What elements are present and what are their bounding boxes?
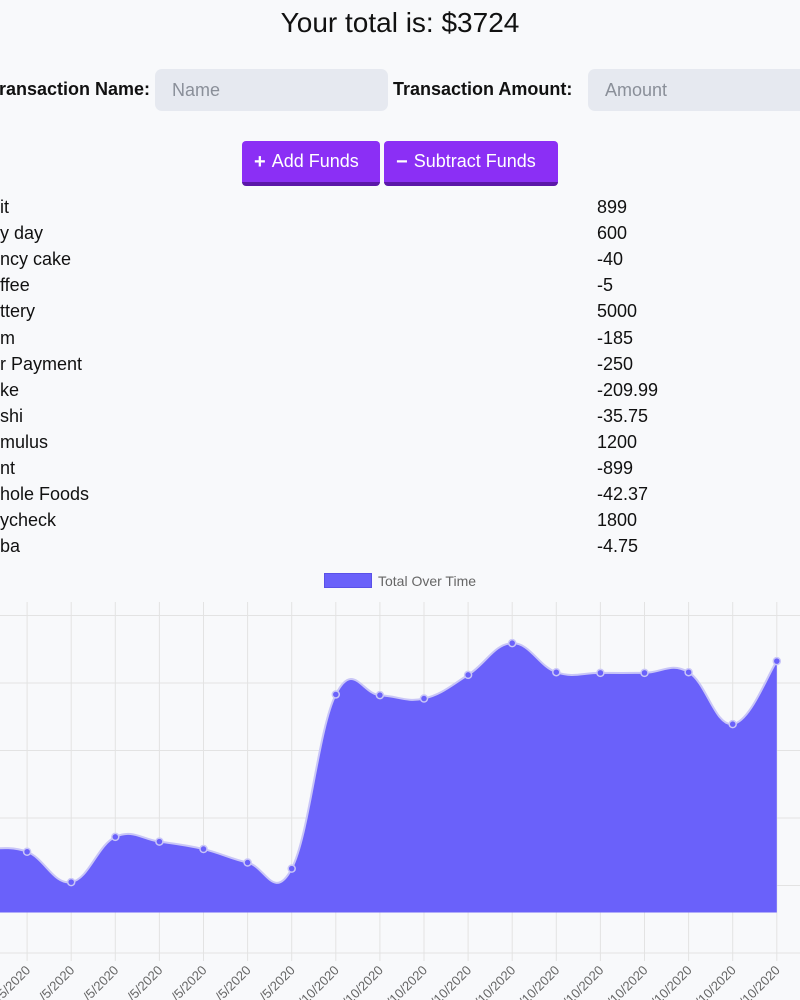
x-tick-label: /5/2020 bbox=[124, 963, 165, 1000]
transaction-amount: -42.37 bbox=[597, 484, 649, 505]
x-tick-label: /10/2020 bbox=[340, 963, 386, 1000]
data-point bbox=[728, 719, 737, 729]
transaction-amount: -4.75 bbox=[597, 536, 639, 557]
transaction-amount: -40 bbox=[597, 249, 624, 270]
data-point bbox=[111, 832, 120, 842]
data-point bbox=[640, 668, 649, 678]
transaction-row: it 899 bbox=[0, 195, 800, 220]
transaction-amount: -899 bbox=[597, 458, 634, 478]
transaction-amount: 5000 bbox=[597, 301, 638, 322]
transaction-name: ba bbox=[0, 536, 21, 557]
transaction-name: ttery bbox=[0, 301, 36, 322]
add-funds-label: Add Funds bbox=[271, 151, 359, 171]
x-tick-label: /10/2020 bbox=[604, 963, 650, 1000]
data-point bbox=[596, 668, 605, 678]
transaction-row: ncy cake -40 bbox=[0, 246, 800, 272]
transaction-name: r Payment bbox=[0, 353, 83, 374]
chart-legend[interactable]: Total Over Time bbox=[0, 573, 800, 589]
x-tick-label: /5/2020 bbox=[257, 963, 298, 1000]
x-tick-label: /10/2020 bbox=[516, 963, 562, 1000]
x-tick-label: /5/2020 bbox=[168, 963, 209, 1000]
data-point bbox=[507, 638, 517, 648]
data-point bbox=[419, 694, 429, 703]
transaction-row: ke -209.99 bbox=[0, 377, 800, 403]
data-point bbox=[22, 847, 32, 856]
transaction-row: y day 600 bbox=[0, 220, 800, 246]
transaction-amount: 1200 bbox=[597, 431, 638, 452]
data-point bbox=[66, 877, 76, 887]
x-tick-label: /5/2020 bbox=[36, 963, 77, 1000]
legend-swatch bbox=[323, 573, 372, 588]
subtract-funds-label: Subtract Funds bbox=[413, 151, 536, 171]
transaction-row: nt -899 bbox=[0, 455, 800, 481]
transaction-name: ke bbox=[0, 379, 20, 400]
transaction-row: ycheck 1800 bbox=[0, 507, 800, 533]
transaction-amount-label: Transaction Amount: bbox=[393, 79, 573, 99]
data-point bbox=[684, 667, 693, 677]
transaction-row: r Payment -250 bbox=[0, 351, 800, 377]
transaction-name: it bbox=[0, 197, 9, 217]
transaction-name: ycheck bbox=[0, 510, 57, 531]
x-tick-label: /10/2020 bbox=[737, 963, 783, 1000]
x-tick-label: /10/2020 bbox=[560, 963, 606, 1000]
x-tick-label: /10/2020 bbox=[428, 963, 474, 1000]
transaction-row: ffee -5 bbox=[0, 272, 800, 298]
total-display: Your total is: $3724 bbox=[280, 7, 520, 38]
x-tick-label: /5/2020 bbox=[80, 963, 121, 1000]
data-point bbox=[199, 844, 208, 854]
transaction-name: ncy cake bbox=[0, 249, 72, 270]
x-tick-label: /10/2020 bbox=[296, 963, 342, 1000]
series-area bbox=[0, 643, 777, 913]
data-point bbox=[463, 670, 473, 680]
transaction-amount: 899 bbox=[597, 197, 628, 217]
transaction-row: shi -35.75 bbox=[0, 403, 800, 429]
minus-icon: − bbox=[396, 150, 408, 173]
transaction-name: y day bbox=[0, 223, 44, 244]
transaction-list: it 899 y day 600 ncy cake -40 ffee -5 ttery 5000 m… bbox=[0, 195, 800, 562]
transaction-amount: -209.99 bbox=[597, 379, 659, 400]
transaction-amount: 600 bbox=[597, 223, 628, 244]
data-point bbox=[375, 690, 385, 700]
transaction-row: ttery 5000 bbox=[0, 298, 800, 324]
transaction-form: Transaction Name: Transaction Amount: bbox=[0, 69, 800, 111]
transaction-name: ffee bbox=[0, 275, 30, 296]
transaction-amount: -250 bbox=[597, 353, 634, 374]
x-tick-label: /10/2020 bbox=[692, 963, 738, 1000]
transaction-amount: -35.75 bbox=[597, 405, 649, 426]
transaction-amount: 1800 bbox=[597, 510, 638, 531]
transaction-amount-input[interactable] bbox=[588, 69, 800, 111]
x-tick-label: /10/2020 bbox=[648, 963, 694, 1000]
transaction-name: nt bbox=[0, 458, 16, 478]
transaction-amount: -5 bbox=[597, 275, 614, 296]
data-point bbox=[772, 656, 782, 666]
add-funds-button[interactable]: + Add Funds bbox=[242, 141, 380, 186]
transaction-name-input[interactable] bbox=[155, 69, 388, 111]
transaction-row: mulus 1200 bbox=[0, 429, 800, 455]
x-tick-label: /10/2020 bbox=[384, 963, 430, 1000]
x-tick-label: /10/2020 bbox=[472, 963, 518, 1000]
data-point bbox=[243, 858, 252, 867]
transaction-row: m -185 bbox=[0, 325, 800, 351]
data-point bbox=[331, 690, 341, 699]
x-tick-label: /5/2020 bbox=[0, 963, 33, 1000]
transaction-row: ba -4.75 bbox=[0, 533, 800, 559]
total-over-time-chart: /5/2020/5/2020/5/2020/5/2020/5/2020/5/20… bbox=[0, 602, 800, 1000]
transaction-amount: -185 bbox=[597, 327, 634, 348]
transaction-name: shi bbox=[0, 405, 24, 426]
data-point bbox=[155, 837, 164, 846]
transaction-row: hole Foods -42.37 bbox=[0, 481, 800, 507]
plus-icon: + bbox=[254, 150, 266, 173]
transaction-name: hole Foods bbox=[0, 484, 90, 505]
x-tick-label: /5/2020 bbox=[212, 963, 253, 1000]
legend-label: Total Over Time bbox=[377, 573, 477, 589]
transaction-name: m bbox=[0, 327, 15, 348]
data-point bbox=[287, 864, 296, 873]
transaction-name: mulus bbox=[0, 431, 49, 452]
data-point bbox=[552, 667, 561, 677]
subtract-funds-button[interactable]: − Subtract Funds bbox=[384, 141, 558, 186]
transaction-name-label: Transaction Name: bbox=[0, 79, 150, 99]
